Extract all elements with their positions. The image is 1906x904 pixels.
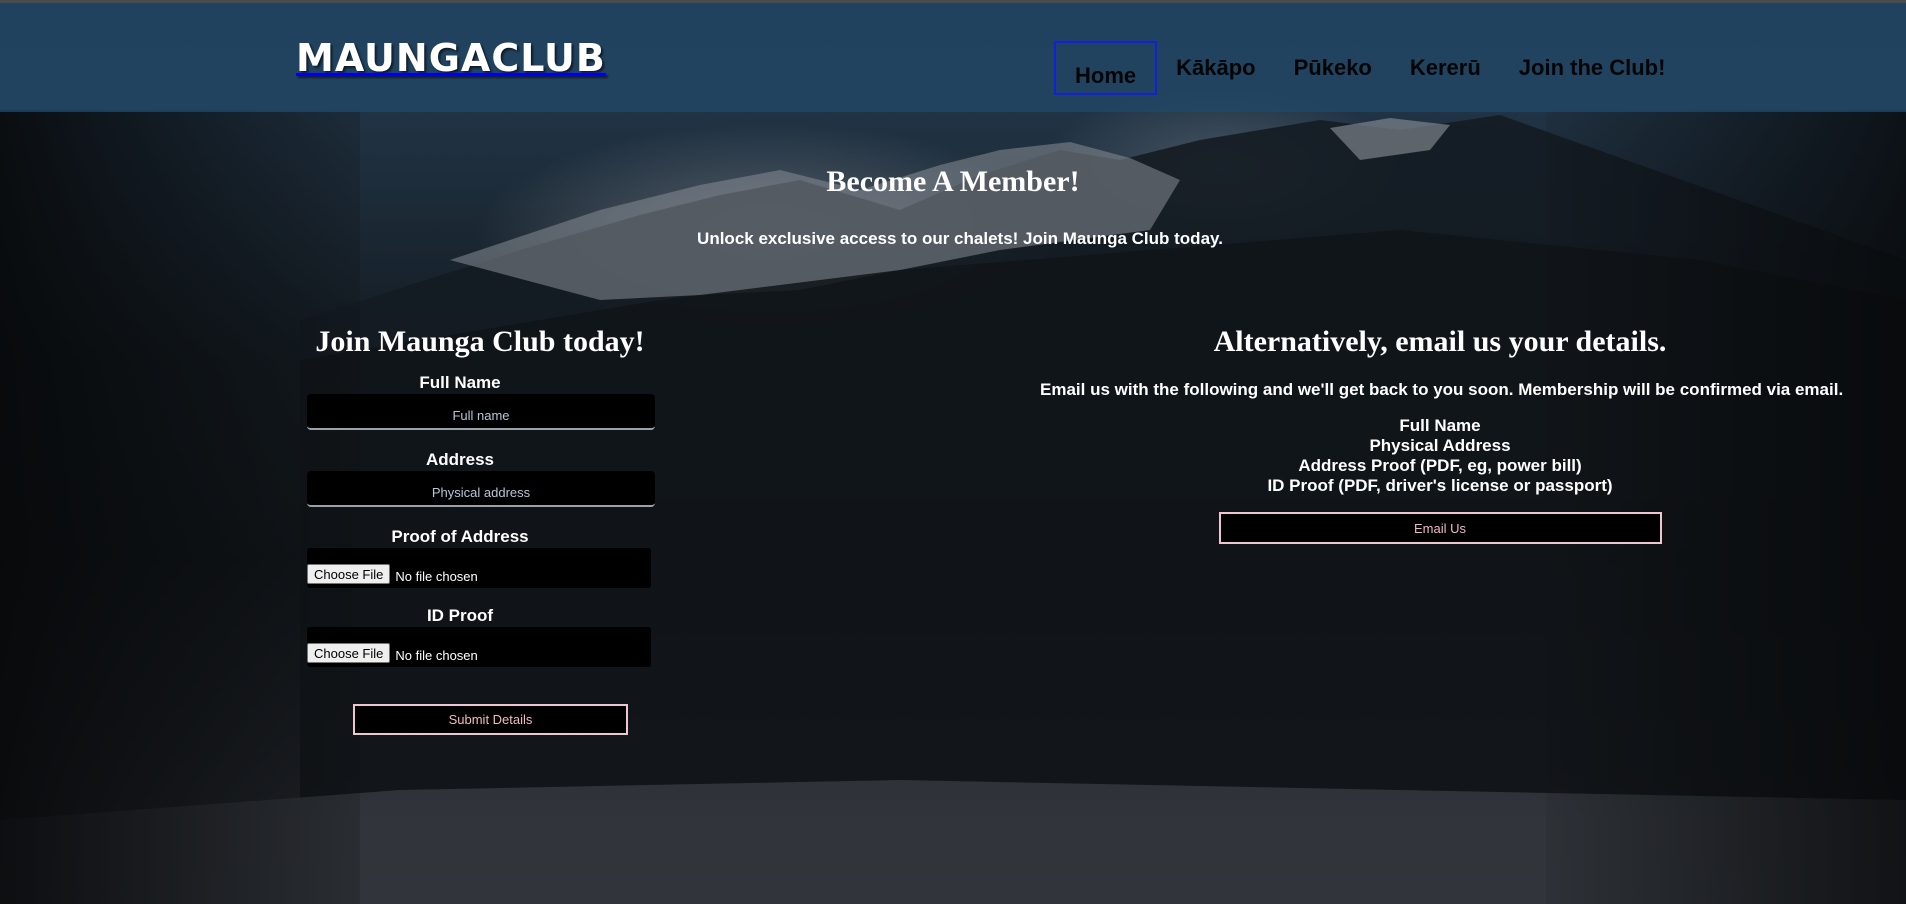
submit-details-button[interactable]: Submit Details [353, 704, 628, 735]
nav-kakapo[interactable]: Kākāpo [1157, 41, 1274, 95]
proof-choose-file-button[interactable]: Choose File [307, 564, 391, 584]
page-subtitle: Unlock exclusive access to our chalets! … [697, 229, 1223, 248]
full-name-input[interactable] [307, 394, 655, 430]
page-title: Become A Member! [826, 165, 1080, 198]
proof-of-address-file-input: Choose File No file chosen [307, 548, 651, 588]
id-file-status: No file chosen [395, 648, 478, 663]
requirement-item: Physical Address [1369, 436, 1511, 455]
full-name-label: Full Name [419, 373, 501, 392]
requirement-item: Address Proof (PDF, eg, power bill) [1298, 456, 1582, 475]
site-header: MAUNGACLUB Home Kākāpo Pūkeko Kererū Joi… [0, 0, 1906, 112]
id-choose-file-button[interactable]: Choose File [307, 643, 391, 663]
requirement-item: Full Name [1399, 416, 1481, 435]
proof-of-address-label: Proof of Address [391, 527, 529, 546]
email-section-title: Alternatively, email us your details. [1213, 325, 1667, 358]
proof-file-status: No file chosen [395, 569, 478, 584]
email-section-description: Email us with the following and we'll ge… [1040, 380, 1844, 399]
requirement-item: ID Proof (PDF, driver's license or passp… [1267, 476, 1613, 495]
id-proof-label: ID Proof [426, 606, 494, 625]
nav-home[interactable]: Home [1054, 41, 1158, 95]
address-label: Address [425, 450, 495, 469]
main-nav: Home Kākāpo Pūkeko Kererū Join the Club! [1054, 40, 1684, 96]
join-form-title: Join Maunga Club today! [315, 325, 645, 358]
id-proof-file-input: Choose File No file chosen [307, 627, 651, 667]
site-logo[interactable]: MAUNGACLUB [296, 23, 605, 93]
requirements-list: Full Name Physical Address Address Proof… [1040, 416, 1840, 496]
mountain-logo-icon [296, 23, 566, 93]
nav-kereru[interactable]: Kererū [1391, 41, 1500, 95]
join-form: Join Maunga Club today! Full Name Addres… [300, 325, 660, 735]
nav-pukeko[interactable]: Pūkeko [1275, 41, 1391, 95]
nav-join-club[interactable]: Join the Club! [1500, 41, 1685, 95]
email-us-button[interactable]: Email Us [1218, 512, 1662, 544]
address-input[interactable] [307, 471, 655, 507]
email-section: Alternatively, email us your details. Em… [1040, 325, 1844, 544]
